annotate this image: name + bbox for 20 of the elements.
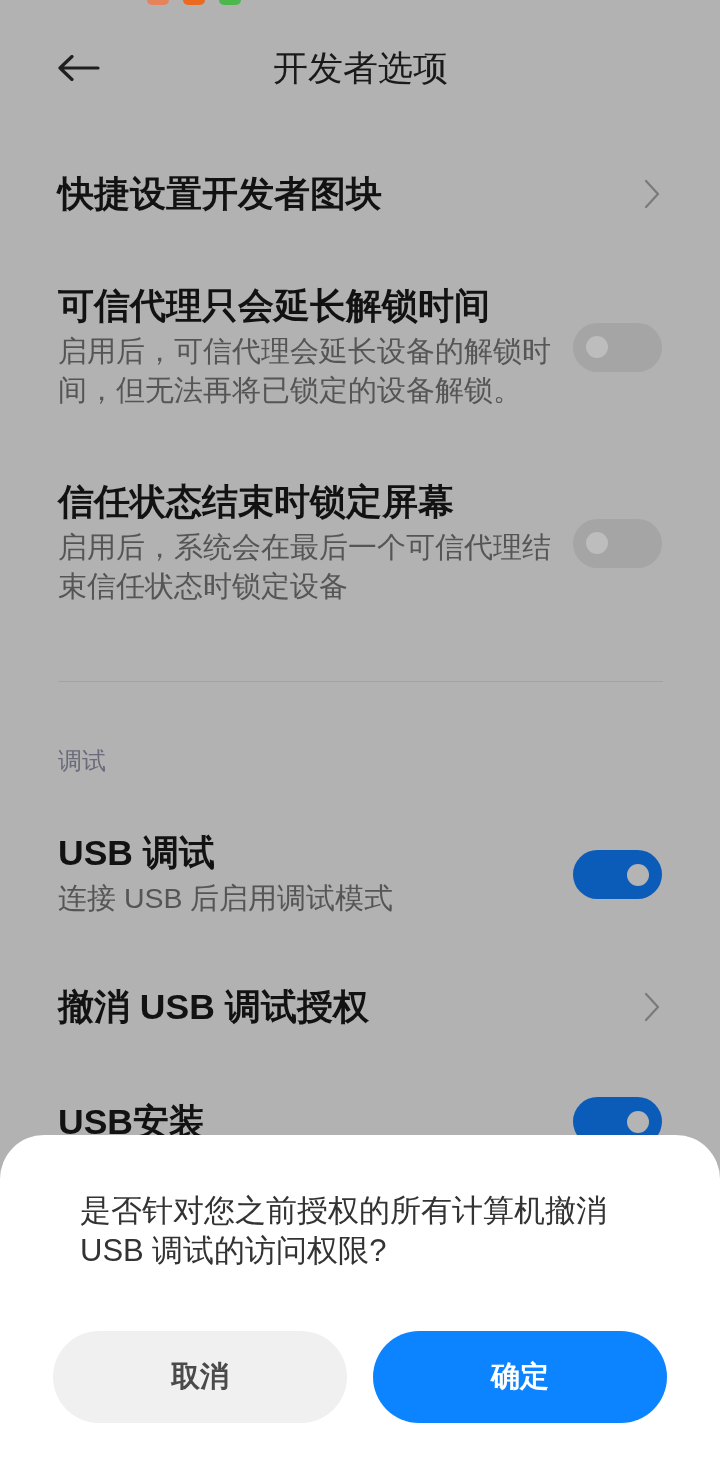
page-title: 开发者选项 [272, 47, 448, 89]
setting-title: 可信代理只会延长解锁时间 [58, 285, 491, 328]
toggle-switch[interactable] [573, 850, 662, 899]
chevron-right-icon [644, 992, 660, 1022]
chevron-right-icon [644, 179, 660, 209]
arrow-left-icon [58, 55, 100, 81]
setting-description: 启用后，系统会在最后一个可信代理结束信任状态时锁定设备 [58, 530, 552, 604]
section-header: 调试 [57, 746, 107, 776]
setting-title[interactable]: 快捷设置开发者图块 [58, 172, 644, 216]
setting-title: 信任状态结束时锁定屏幕 [58, 481, 455, 524]
setting-description: 连接 USB 后启用调试模式 [58, 881, 395, 916]
toggle-switch[interactable] [573, 322, 662, 372]
toggle-switch[interactable] [573, 518, 662, 568]
back-button[interactable] [58, 55, 100, 81]
setting-title[interactable]: 撤消 USB 调试授权 [58, 985, 644, 1029]
dialog-message: 是否针对您之前授权的所有计算机撤消 USB 调试的访问权限? [80, 1192, 608, 1270]
setting-title: USB 调试 [58, 832, 216, 875]
confirm-button[interactable]: 确定 [373, 1331, 667, 1423]
cancel-button[interactable]: 取消 [53, 1331, 347, 1423]
setting-description: 启用后，可信代理会延长设备的解锁时间，但无法再将已锁定的设备解锁。 [58, 334, 552, 408]
